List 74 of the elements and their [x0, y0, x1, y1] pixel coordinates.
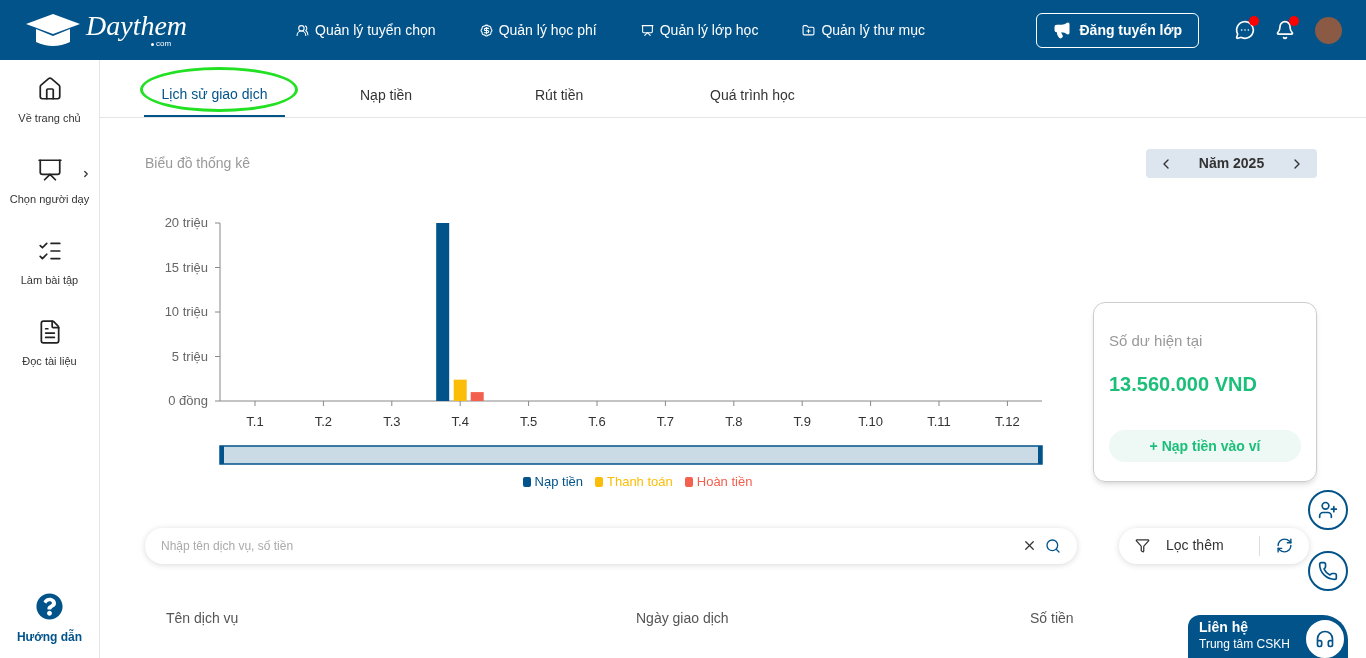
balance-amount: 13.560.000 VND — [1109, 371, 1258, 397]
legend-label: Hoàn tiền — [696, 473, 753, 491]
sidebar-item[interactable]: Đọc tài liệu — [0, 319, 99, 400]
x-tick-label: T.10 — [858, 414, 883, 429]
sidebar-item[interactable]: Làm bài tập — [0, 238, 99, 319]
bar — [470, 392, 484, 401]
search-icon[interactable] — [1045, 537, 1061, 554]
balance-label: Số dư hiện tại — [1109, 331, 1204, 351]
x-tick-label: T.12 — [995, 414, 1020, 429]
column-header: Số tiền — [1030, 608, 1074, 628]
contact-title: Liên hệ — [1199, 619, 1249, 637]
post-class-button[interactable]: Đăng tuyển lớp — [1036, 12, 1199, 48]
year-selector[interactable]: Năm 2025 — [1146, 149, 1317, 178]
bell-icon — [1275, 20, 1295, 40]
tab[interactable]: Nạp tiền — [319, 73, 454, 117]
x-tick-label: T.1 — [246, 414, 264, 429]
x-tick-label: T.7 — [656, 414, 675, 429]
add-user-button[interactable] — [1308, 490, 1348, 530]
clear-icon[interactable] — [1022, 538, 1037, 553]
nav-link[interactable]: Quản lý tuyển chọn — [296, 19, 436, 41]
nav-icon — [640, 23, 654, 37]
teacher-icon — [36, 157, 63, 183]
logo-text: Daythem — [86, 12, 188, 40]
search-input[interactable]: Nhập tên dịch vụ, số tiền — [161, 536, 1022, 555]
legend-label: Thanh toán — [607, 473, 673, 491]
call-button[interactable] — [1308, 551, 1348, 591]
legend-swatch — [595, 476, 603, 487]
x-tick-label: T.6 — [588, 414, 606, 429]
question-icon — [36, 593, 63, 620]
section-title: Biểu đồ thống kê — [145, 154, 251, 173]
x-tick-label: T.4 — [451, 414, 469, 429]
help-link[interactable]: Hướng dẫn — [16, 593, 83, 646]
refresh-icon[interactable] — [1276, 537, 1293, 554]
chat-bubble-icon — [1235, 20, 1255, 40]
home-icon — [36, 76, 63, 102]
nav-icon — [296, 23, 309, 37]
sidebar-item[interactable]: Chọn người dạy — [0, 157, 99, 238]
contact-widget[interactable]: Liên hệ Trung tâm CSKH — [1188, 615, 1348, 658]
nav-link[interactable]: Quản lý học phí — [479, 19, 597, 41]
y-tick-label: 5 triệu — [171, 348, 208, 364]
x-tick-label: T.5 — [519, 414, 538, 429]
phone-icon — [1318, 561, 1338, 581]
filter-button[interactable]: Lọc thêm — [1135, 535, 1224, 556]
contact-subtitle: Trung tâm CSKH — [1199, 636, 1290, 652]
graduation-cap-icon — [24, 12, 82, 48]
y-tick-label: 10 triệu — [164, 304, 208, 319]
tab[interactable]: Quá trình học — [669, 73, 836, 117]
x-tick-label: T.9 — [793, 414, 811, 429]
legend-swatch — [684, 476, 693, 487]
tab[interactable]: Lịch sử giao dịch — [144, 73, 285, 117]
headset-icon — [1304, 618, 1346, 658]
tab[interactable]: Rút tiền — [494, 73, 625, 117]
y-tick-label: 15 triệu — [164, 259, 208, 275]
nav-icon — [802, 23, 816, 37]
user-plus-icon — [1318, 500, 1338, 520]
legend-label: Nạp tiền — [534, 473, 583, 491]
x-tick-label: T.3 — [383, 414, 401, 429]
bar — [453, 379, 467, 401]
logo-suffix: com — [155, 40, 172, 48]
nav-link[interactable]: Quản lý thư mục — [802, 19, 925, 41]
range-slider[interactable] — [219, 445, 1043, 465]
filter-icon — [1135, 538, 1150, 553]
nav-icon — [479, 23, 493, 37]
x-tick-label: T.11 — [927, 414, 951, 429]
y-tick-label: 0 đồng — [168, 393, 208, 408]
column-header: Tên dịch vụ — [166, 608, 240, 628]
x-tick-label: T.8 — [725, 414, 743, 429]
x-tick-label: T.2 — [314, 414, 333, 429]
y-tick-label: 20 triệu — [164, 215, 208, 230]
megaphone-icon — [1053, 21, 1072, 39]
column-header: Ngày giao dịch — [636, 608, 730, 628]
nav-link[interactable]: Quản lý lớp học — [640, 19, 759, 41]
sidebar-item[interactable]: Về trang chủ — [0, 76, 99, 157]
legend-swatch — [522, 476, 531, 487]
